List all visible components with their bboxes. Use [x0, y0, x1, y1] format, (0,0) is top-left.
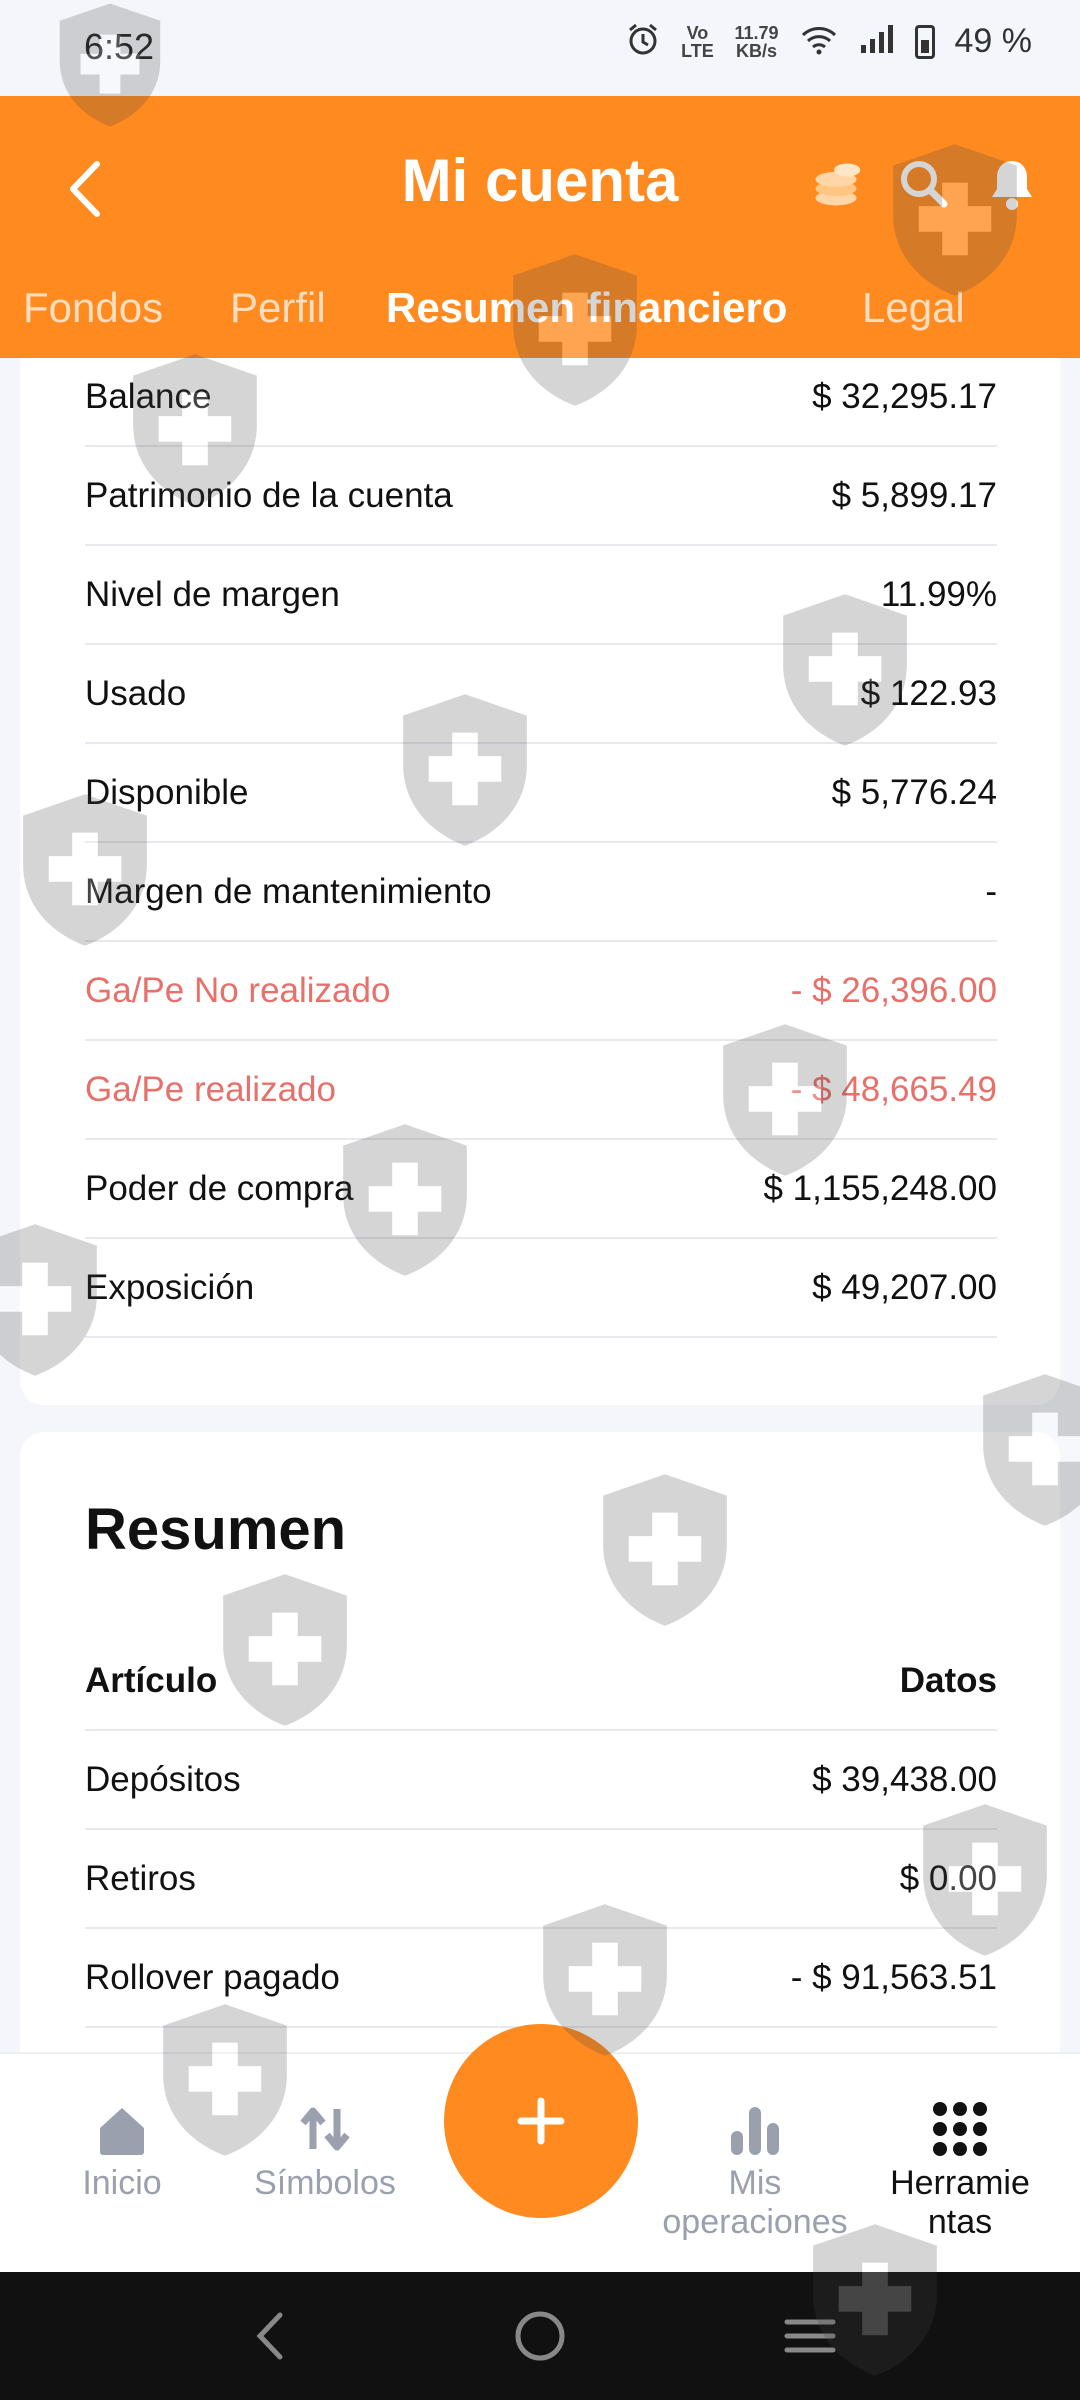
nav-simbolos[interactable]: Símbolos: [240, 2094, 410, 2203]
nav-mis-operaciones[interactable]: Mis operaciones: [640, 2094, 870, 2242]
coins-icon: [815, 163, 861, 206]
tab-fondos[interactable]: Fondos: [23, 284, 163, 332]
notifications-button[interactable]: [984, 154, 1040, 214]
column-header-data: Datos: [899, 1660, 997, 1700]
row-rollover-pagado: Rollover pagado - $ 91,563.51: [85, 1929, 997, 2028]
row-label: Rollover pagado: [85, 1957, 340, 1997]
row-value: - $ 91,563.51: [790, 1957, 997, 1997]
battery-icon: [914, 24, 935, 59]
row-value: $ 0.00: [899, 1858, 997, 1898]
row-gape-no-realizado: Ga/Pe No realizado - $ 26,396.00: [85, 942, 997, 1041]
row-retiros: Retiros $ 0.00: [85, 1830, 997, 1929]
net-speed-value: 11.79: [734, 22, 779, 43]
nav-label: Inicio: [82, 2164, 162, 2202]
grid-dots-icon: [876, 2094, 1044, 2164]
row-label: Exposición: [85, 1267, 255, 1307]
status-time: 6:52: [84, 26, 155, 67]
row-exposicion: Exposición $ 49,207.00: [85, 1239, 997, 1338]
row-usado: Usado $ 122.93: [85, 645, 997, 744]
row-label: Poder de compra: [85, 1168, 354, 1208]
bell-icon: [992, 161, 1032, 210]
row-label: Ga/Pe realizado: [85, 1069, 336, 1109]
row-value: $ 5,899.17: [831, 475, 997, 515]
net-speed: 11.79 KB/s: [734, 24, 778, 60]
row-balance: Balance $ 32,295.17: [85, 348, 997, 447]
search-button[interactable]: [896, 154, 952, 214]
system-recents-button[interactable]: [780, 2306, 840, 2366]
nav-herramientas[interactable]: Herramie ntas: [876, 2094, 1044, 2242]
row-value: $ 122.93: [860, 673, 997, 713]
nav-label-line2: operaciones: [662, 2203, 848, 2241]
system-navigation-bar: [0, 2272, 1080, 2400]
bar-chart-icon: [640, 2094, 870, 2164]
swap-arrows-icon: [240, 2094, 410, 2164]
row-value: $ 39,438.00: [812, 1759, 997, 1799]
row-margen-mantenimiento: Margen de mantenimiento -: [85, 843, 997, 942]
volte-indicator: Vo LTE: [681, 22, 714, 61]
row-label: Ga/Pe No realizado: [85, 970, 391, 1010]
resumen-card: Resumen Artículo Datos Depósitos $ 39,43…: [20, 1432, 1060, 2052]
row-value: - $ 26,396.00: [790, 970, 997, 1010]
row-label: Patrimonio de la cuenta: [85, 475, 453, 515]
tab-perfil[interactable]: Perfil: [230, 284, 326, 332]
row-label: Balance: [85, 376, 212, 416]
tab-bar: Fondos Perfil Resumen financiero Legal: [0, 284, 1080, 340]
home-icon: [52, 2094, 192, 2164]
search-icon: [901, 161, 948, 208]
account-summary-card: Balance $ 32,295.17 Patrimonio de la cue…: [20, 358, 1060, 1405]
nav-label: Símbolos: [254, 2164, 396, 2202]
row-depositos: Depósitos $ 39,438.00: [85, 1731, 997, 1830]
row-label: Disponible: [85, 772, 249, 812]
battery-percent: 49 %: [954, 22, 1033, 60]
row-label: Margen de mantenimiento: [85, 871, 492, 911]
circle-home-icon: [515, 2311, 565, 2361]
row-nivel-margen: Nivel de margen 11.99%: [85, 546, 997, 645]
chevron-left-icon: [256, 2312, 283, 2360]
row-value: 11.99%: [880, 574, 997, 614]
nav-label-line1: Mis: [728, 2164, 782, 2202]
nav-label-line2: ntas: [927, 2203, 993, 2241]
section-title: Resumen: [85, 1497, 347, 1562]
tab-legal[interactable]: Legal: [862, 284, 965, 332]
row-gape-realizado: Ga/Pe realizado - $ 48,665.49: [85, 1041, 997, 1140]
row-label: Depósitos: [85, 1759, 241, 1799]
wifi-icon: [799, 23, 839, 60]
nav-label-line1: Herramie: [890, 2164, 1030, 2202]
header-actions: [808, 154, 1040, 214]
alarm-icon: [626, 22, 660, 61]
coins-button[interactable]: [808, 154, 864, 214]
row-label: Usado: [85, 673, 187, 713]
nav-inicio[interactable]: Inicio: [52, 2094, 192, 2203]
row-value: $ 5,776.24: [831, 772, 997, 812]
row-poder-compra: Poder de compra $ 1,155,248.00: [85, 1140, 997, 1239]
net-speed-unit: KB/s: [735, 40, 777, 61]
column-header-item: Artículo: [85, 1660, 218, 1700]
row-disponible: Disponible $ 5,776.24: [85, 744, 997, 843]
tab-resumen-financiero[interactable]: Resumen financiero: [386, 284, 787, 332]
row-label: Nivel de margen: [85, 574, 340, 614]
row-value: - $ 48,665.49: [790, 1069, 997, 1109]
row-patrimonio: Patrimonio de la cuenta $ 5,899.17: [85, 447, 997, 546]
row-label: Retiros: [85, 1858, 196, 1898]
app-header: Mi cuenta Fondos Perfil Resumen financie…: [0, 96, 1080, 358]
system-back-button[interactable]: [240, 2306, 300, 2366]
row-value: $ 1,155,248.00: [763, 1168, 997, 1208]
status-bar: 6:52 Vo LTE 11.79 KB/s 49 %: [0, 0, 1080, 96]
row-value: -: [985, 871, 997, 911]
plus-icon: [517, 2097, 565, 2145]
table-header: Artículo Datos: [85, 1632, 997, 1731]
signal-icon: [859, 23, 895, 60]
menu-lines-icon: [784, 2319, 836, 2353]
new-order-fab[interactable]: [444, 2024, 638, 2218]
row-value: $ 32,295.17: [812, 376, 997, 416]
system-home-button[interactable]: [510, 2306, 570, 2366]
status-icons: Vo LTE 11.79 KB/s 49 %: [626, 22, 1032, 61]
row-value: $ 49,207.00: [812, 1267, 997, 1307]
